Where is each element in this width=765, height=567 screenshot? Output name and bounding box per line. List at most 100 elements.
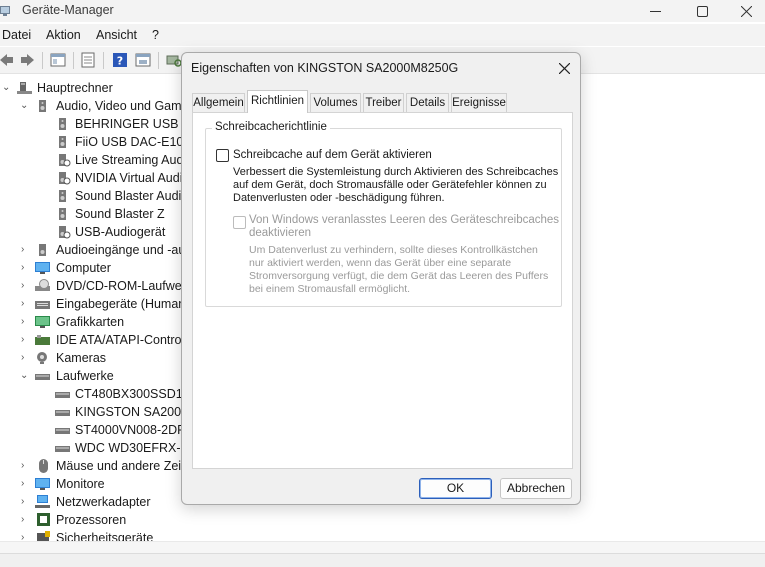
tree-item-label: Sound Blaster Z: [75, 207, 165, 221]
tree-item-mice[interactable]: › Mäuse und andere Zeigegeräte: [0, 457, 230, 475]
enable-write-cache-label[interactable]: Schreibcache auf dem Gerät aktivieren: [233, 149, 432, 161]
tree-item-monitors[interactable]: › Monitore: [0, 475, 200, 493]
monitor-icon: [35, 262, 50, 274]
expand-chevron-icon[interactable]: ›: [21, 262, 31, 274]
tree-item-processors[interactable]: › Prozessoren: [0, 511, 200, 529]
scan-hardware-icon[interactable]: [166, 52, 182, 68]
tree-item-label: DVD/CD-ROM-Laufwerke: [56, 279, 200, 293]
camera-icon: [37, 352, 47, 364]
tree-item-device[interactable]: Sound Blaster Z: [0, 205, 200, 223]
tree-root[interactable]: ⌄ Hauptrechner: [0, 79, 200, 97]
enable-write-cache-checkbox[interactable]: [216, 149, 229, 162]
tree-item-device[interactable]: ST4000VN008-2DR166: [0, 421, 207, 439]
expand-chevron-icon[interactable]: ›: [21, 334, 31, 346]
collapse-chevron-icon[interactable]: ⌄: [2, 82, 12, 94]
expand-chevron-icon[interactable]: ›: [21, 316, 31, 328]
expand-chevron-icon[interactable]: ›: [21, 460, 31, 472]
tree-item-computer[interactable]: › Computer: [0, 259, 200, 277]
tab-richtlinien[interactable]: Richtlinien: [247, 90, 308, 113]
disk-drive-icon: [35, 374, 50, 380]
tree-item-label: FiiO USB DAC-E10: [75, 135, 184, 149]
tab-details[interactable]: Details: [406, 93, 449, 112]
toolbar-separator: [158, 52, 159, 69]
dialog-title: Eigenschaften von KINGSTON SA2000M8250G: [191, 61, 459, 75]
tree-item-dvd[interactable]: › DVD/CD-ROM-Laufwerke: [0, 277, 200, 295]
mouse-icon: [39, 459, 48, 473]
speaker-icon: [59, 118, 66, 130]
speaker-icon: [39, 100, 46, 112]
toolbar-separator: [73, 52, 74, 69]
tree-item-cameras[interactable]: › Kameras: [0, 349, 200, 367]
disable-cache-flush-checkbox[interactable]: [233, 216, 246, 229]
forward-arrow-icon[interactable]: [20, 52, 36, 68]
tree-item-ide[interactable]: › IDE ATA/ATAPI-Controller: [0, 331, 200, 349]
status-bar: [0, 553, 765, 567]
minimize-button[interactable]: [632, 0, 678, 22]
write-cache-policy-group: Schreibcacherichtlinie Schreibcache auf …: [205, 121, 562, 307]
expand-chevron-icon[interactable]: ›: [21, 514, 31, 526]
tree-item-label: Kameras: [56, 351, 107, 365]
maximize-button[interactable]: [679, 0, 725, 22]
tree-item-device[interactable]: FiiO USB DAC-E10: [0, 133, 200, 151]
tree-item-device[interactable]: CT480BX300SSD1: [0, 385, 200, 403]
expand-chevron-icon[interactable]: ›: [21, 298, 31, 310]
disk-drive-icon: [55, 410, 70, 416]
tree-item-network[interactable]: › Netzwerkadapter: [0, 493, 200, 511]
tree-item-device[interactable]: WDC WD30EFRX-68EUZN0: [0, 439, 235, 457]
cancel-button[interactable]: Abbrechen: [500, 478, 572, 499]
tree-item-audio-io[interactable]: › Audioeingänge und -ausgänge: [0, 241, 226, 259]
tree-item-device[interactable]: BEHRINGER USB WDM AUDIO: [0, 115, 256, 133]
disk-drive-icon: [55, 446, 70, 452]
ide-controller-icon: [35, 335, 50, 345]
tab-allgemein[interactable]: Allgemein: [192, 93, 245, 112]
tree-item-drives[interactable]: ⌄ Laufwerke: [0, 367, 200, 385]
menu-bar: Datei Aktion Ansicht ?: [0, 24, 765, 46]
expand-chevron-icon[interactable]: ›: [21, 280, 31, 292]
tree-item-security[interactable]: › Sicherheitsgeräte: [0, 529, 200, 541]
horizontal-scrollbar[interactable]: [0, 541, 765, 553]
tab-ereignisse[interactable]: Ereignisse: [451, 93, 507, 112]
menu-aktion[interactable]: Aktion: [46, 28, 81, 42]
menu-help[interactable]: ?: [152, 28, 159, 42]
tree-item-label: Netzwerkadapter: [56, 495, 151, 509]
back-arrow-icon[interactable]: [0, 52, 14, 68]
tab-volumes[interactable]: Volumes: [310, 93, 361, 112]
title-bar: Geräte-Manager: [0, 0, 765, 22]
collapse-chevron-icon[interactable]: ⌄: [20, 100, 30, 112]
tree-item-graphics[interactable]: › Grafikkarten: [0, 313, 200, 331]
dialog-close-button[interactable]: [550, 57, 578, 79]
tree-item-label: Laufwerke: [56, 369, 114, 383]
enable-write-cache-description: Verbessert die Systemleistung durch Akti…: [233, 166, 559, 204]
tree-item-device[interactable]: Live Streaming Audio: [0, 151, 200, 169]
menu-ansicht[interactable]: Ansicht: [96, 28, 137, 42]
expand-chevron-icon[interactable]: ›: [21, 478, 31, 490]
help-icon[interactable]: ?: [112, 52, 128, 68]
document-icon[interactable]: [80, 52, 96, 68]
tree-item-label: Prozessoren: [56, 513, 127, 527]
speaker-icon: [39, 244, 46, 256]
close-window-button[interactable]: [723, 0, 765, 22]
collapse-chevron-icon[interactable]: ⌄: [20, 370, 30, 382]
tree-item-device[interactable]: Sound Blaster Audio: [0, 187, 200, 205]
view-window-icon[interactable]: [135, 52, 151, 68]
close-icon: [558, 62, 570, 74]
properties-window-icon[interactable]: [50, 52, 66, 68]
tree-item-device[interactable]: USB-Audiogerät: [0, 223, 200, 241]
tree-item-device[interactable]: KINGSTON SA2000M8250G: [0, 403, 236, 421]
expand-chevron-icon[interactable]: ›: [21, 244, 31, 256]
disable-cache-flush-label[interactable]: Von Windows veranlasstes Leeren des Gerä…: [249, 214, 559, 240]
expand-chevron-icon[interactable]: ›: [21, 352, 31, 364]
expand-chevron-icon[interactable]: ›: [21, 496, 31, 508]
speaker-warning-icon: [59, 154, 71, 167]
properties-dialog: Eigenschaften von KINGSTON SA2000M8250G …: [181, 52, 581, 505]
menu-datei[interactable]: Datei: [2, 28, 31, 42]
speaker-icon: [59, 208, 66, 220]
tab-panel-richtlinien: Schreibcacherichtlinie Schreibcache auf …: [192, 112, 573, 469]
tree-item-device[interactable]: NVIDIA Virtual Audio Device: [0, 169, 231, 187]
expand-chevron-icon[interactable]: ›: [21, 532, 31, 541]
tree-item-hid[interactable]: › Eingabegeräte (Human Interface Devices…: [0, 295, 289, 313]
tab-treiber[interactable]: Treiber: [363, 93, 404, 112]
ok-button[interactable]: OK: [419, 478, 492, 499]
monitor-icon: [35, 478, 50, 490]
tree-item-audio-video[interactable]: ⌄ Audio, Video und Gamecontroller: [0, 97, 240, 115]
